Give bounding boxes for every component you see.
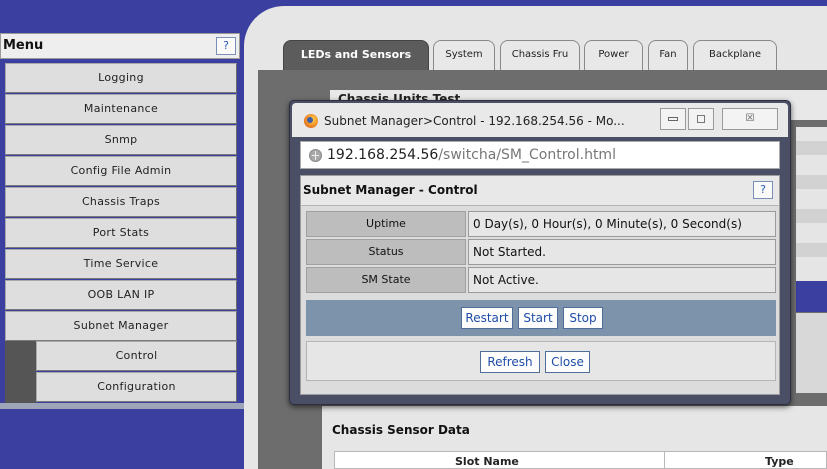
submenu-item-configuration[interactable]: Configuration [36, 372, 237, 402]
status-value: Not Started. [468, 239, 776, 265]
sm-control-panel: Subnet Manager - Control ? Uptime 0 Day(… [300, 175, 780, 395]
highlight-band [796, 281, 827, 312]
url-path: /switcha/SM_Control.html [438, 147, 616, 163]
menu-divider [0, 403, 244, 409]
left-menu: Menu ? Logging Maintenance Snmp Config F… [0, 28, 244, 469]
tab-chassis-fru[interactable]: Chassis Fru [500, 40, 580, 70]
minimize-icon [668, 117, 678, 121]
column-header-slot-name: Slot Name [455, 455, 519, 468]
menu-help-button[interactable]: ? [216, 37, 236, 55]
status-label: Status [306, 239, 466, 265]
action-bar: Restart Start Stop [306, 300, 776, 336]
table-row-stripe [796, 175, 827, 189]
uptime-label: Uptime [306, 211, 466, 237]
start-button[interactable]: Start [518, 307, 558, 329]
close-icon: ☒ [745, 113, 755, 124]
column-divider [664, 451, 665, 469]
uptime-value: 0 Day(s), 0 Hour(s), 0 Minute(s), 0 Seco… [468, 211, 776, 237]
popup-titlebar[interactable]: Subnet Manager>Control - 192.168.254.56 … [292, 103, 788, 137]
menu-item-maintenance[interactable]: Maintenance [5, 94, 237, 124]
tab-system[interactable]: System [433, 40, 495, 70]
menu-item-port-stats[interactable]: Port Stats [5, 218, 237, 248]
sensor-section-title: Chassis Sensor Data [332, 423, 470, 437]
menu-title: Menu [3, 38, 44, 53]
url-text: 192.168.254.56/switcha/SM_Control.html [327, 147, 616, 163]
maximize-button[interactable] [688, 108, 714, 130]
menu-item-time-service[interactable]: Time Service [5, 249, 237, 279]
info-row-status: Status Not Started. [306, 239, 776, 265]
close-button[interactable]: Close [545, 351, 590, 373]
status-table-edge [796, 127, 827, 292]
menu-item-logging[interactable]: Logging [5, 63, 237, 93]
popup-window-title: Subnet Manager>Control - 192.168.254.56 … [324, 114, 625, 128]
stop-button[interactable]: Stop [563, 307, 603, 329]
panel-help-button[interactable]: ? [753, 181, 773, 199]
refresh-button[interactable]: Refresh [480, 351, 540, 373]
tab-fan[interactable]: Fan [648, 40, 688, 70]
tab-backplane[interactable]: Backplane [693, 40, 777, 70]
content-edge [796, 313, 827, 393]
tab-power[interactable]: Power [584, 40, 643, 70]
sm-state-value: Not Active. [468, 267, 776, 293]
menu-item-oob-lan-ip[interactable]: OOB LAN IP [5, 280, 237, 310]
table-row-stripe [796, 141, 827, 155]
minimize-button[interactable] [660, 108, 686, 130]
info-row-sm-state: SM State Not Active. [306, 267, 776, 293]
info-row-uptime: Uptime 0 Day(s), 0 Hour(s), 0 Minute(s),… [306, 211, 776, 237]
menu-item-subnet-manager[interactable]: Subnet Manager [5, 311, 237, 341]
firefox-icon [304, 114, 318, 128]
menu-item-chassis-traps[interactable]: Chassis Traps [5, 187, 237, 217]
restart-button[interactable]: Restart [461, 307, 513, 329]
submenu-item-control[interactable]: Control [36, 341, 237, 371]
maximize-icon [697, 115, 705, 123]
menu-item-snmp[interactable]: Snmp [5, 125, 237, 155]
globe-icon [309, 149, 322, 162]
menu-item-config-file-admin[interactable]: Config File Admin [5, 156, 237, 186]
menu-header: Menu ? [0, 33, 240, 59]
panel-title: Subnet Manager - Control [303, 183, 478, 197]
column-header-type: Type [765, 455, 794, 468]
bottom-bar: Refresh Close [306, 341, 776, 381]
tab-leds-and-sensors[interactable]: LEDs and Sensors [283, 40, 429, 70]
close-window-button[interactable]: ☒ [722, 108, 778, 130]
sm-state-label: SM State [306, 267, 466, 293]
table-row-stripe [796, 243, 827, 257]
panel-header: Subnet Manager - Control ? [301, 176, 779, 206]
table-row-stripe [796, 209, 827, 223]
address-bar[interactable]: 192.168.254.56/switcha/SM_Control.html [300, 141, 780, 169]
popup-window: Subnet Manager>Control - 192.168.254.56 … [289, 100, 791, 405]
sensor-table-header: Slot Name Type [334, 451, 827, 469]
submenu-gutter [5, 341, 36, 403]
url-host: 192.168.254.56 [327, 147, 439, 163]
